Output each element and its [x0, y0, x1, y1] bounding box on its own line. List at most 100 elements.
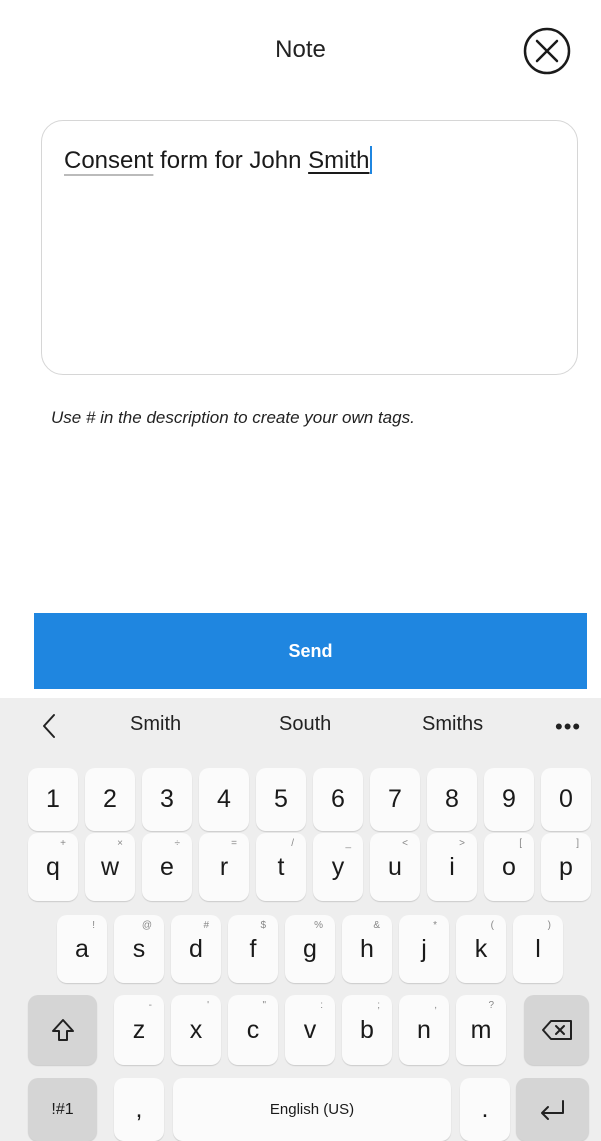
key-s[interactable]: s @ — [114, 915, 164, 983]
key-alt-char: ] — [576, 838, 579, 849]
keyboard: Smith South Smiths ••• 1234567890 q + w × e ÷… — [0, 698, 601, 1141]
key-e[interactable]: e ÷ — [142, 833, 192, 901]
key-o[interactable]: o[ — [484, 833, 534, 901]
key-alt-char: / — [291, 838, 294, 849]
key-char: p — [559, 852, 573, 881]
key-t[interactable]: t / — [256, 833, 306, 901]
key-r[interactable]: r = — [199, 833, 249, 901]
key-alt-char: ! — [92, 920, 95, 931]
page-title: Note — [275, 36, 326, 63]
key-p[interactable]: p] — [541, 833, 591, 901]
send-button[interactable]: Send — [34, 613, 587, 689]
key-alt-char: @ — [141, 920, 152, 931]
key-f[interactable]: f $ — [228, 915, 278, 983]
key-alt-char: = — [231, 838, 237, 849]
key-alt-char: # — [203, 920, 209, 931]
key-v[interactable]: v: — [285, 995, 335, 1065]
key-char: f — [249, 934, 257, 963]
key-z[interactable]: z- — [114, 995, 164, 1065]
key-9[interactable]: 9 — [484, 768, 534, 831]
space-key[interactable]: English (US) — [173, 1078, 451, 1141]
key-g[interactable]: g% — [285, 915, 335, 983]
key-alt-char: [ — [519, 838, 522, 849]
key-i[interactable]: i > — [427, 833, 477, 901]
shift-icon — [51, 1019, 74, 1041]
key-char: y — [331, 852, 345, 881]
key-char: k — [474, 934, 488, 963]
key-2[interactable]: 2 — [85, 768, 135, 831]
more-options-icon[interactable]: ••• — [555, 714, 581, 740]
key-4[interactable]: 4 — [199, 768, 249, 831]
key-char: u — [388, 852, 402, 881]
suggestion-1[interactable]: Smith — [130, 713, 181, 736]
key-char: o — [502, 852, 516, 881]
key-alt-char: " — [262, 1000, 266, 1011]
key-alt-char: ( — [490, 920, 494, 931]
key-char: h — [360, 934, 374, 963]
note-text-middle: form for John — [153, 147, 309, 174]
key-alt-char: & — [373, 920, 380, 931]
key-b[interactable]: b; — [342, 995, 392, 1065]
key-char: w — [100, 852, 120, 881]
key-d[interactable]: d # — [171, 915, 221, 983]
key-7[interactable]: 7 — [370, 768, 420, 831]
key-alt-char: > — [459, 838, 465, 849]
key-char: q — [46, 852, 60, 881]
key-5[interactable]: 5 — [256, 768, 306, 831]
key-char: i — [449, 852, 455, 881]
key-0[interactable]: 0 — [541, 768, 591, 831]
key-char: a — [75, 934, 89, 963]
suggestion-2[interactable]: South — [279, 713, 331, 736]
period-key[interactable]: . — [460, 1078, 510, 1141]
key-1[interactable]: 1 — [28, 768, 78, 831]
key-char: n — [417, 1015, 431, 1044]
key-alt-char: $ — [260, 920, 266, 931]
key-char: j — [421, 934, 427, 963]
key-u[interactable]: u < — [370, 833, 420, 901]
key-alt-char: + — [60, 838, 66, 849]
key-6[interactable]: 6 — [313, 768, 363, 831]
key-8[interactable]: 8 — [427, 768, 477, 831]
shift-key[interactable] — [28, 995, 97, 1065]
symbols-key[interactable]: !#1 — [28, 1078, 97, 1141]
key-q[interactable]: q + — [28, 833, 78, 901]
key-char: b — [360, 1015, 374, 1044]
key-alt-char: ; — [377, 1000, 380, 1011]
key-y[interactable]: y _ — [313, 833, 363, 901]
key-alt-char: ' — [207, 1000, 209, 1011]
key-3[interactable]: 3 — [142, 768, 192, 831]
enter-key[interactable] — [516, 1078, 589, 1141]
key-alt-char: _ — [345, 838, 351, 849]
key-w[interactable]: w × — [85, 833, 135, 901]
key-k[interactable]: k( — [456, 915, 506, 983]
note-textarea[interactable]: Consent form for John Smith — [41, 120, 578, 375]
key-alt-char: % — [314, 920, 323, 931]
backspace-key[interactable] — [524, 995, 589, 1065]
key-char: s — [132, 934, 146, 963]
key-char: r — [219, 852, 229, 881]
header: Note — [0, 0, 601, 100]
key-char: l — [535, 934, 541, 963]
key-j[interactable]: j * — [399, 915, 449, 983]
key-char: x — [189, 1015, 203, 1044]
comma-key[interactable]: , — [114, 1078, 164, 1141]
chevron-left-icon[interactable] — [40, 711, 60, 741]
key-n[interactable]: n, — [399, 995, 449, 1065]
suggestion-3[interactable]: Smiths — [422, 713, 483, 736]
key-alt-char: × — [117, 838, 123, 849]
key-m[interactable]: m? — [456, 995, 506, 1065]
key-h[interactable]: h & — [342, 915, 392, 983]
key-a[interactable]: a! — [57, 915, 107, 983]
key-alt-char: : — [320, 1000, 323, 1011]
key-x[interactable]: x ' — [171, 995, 221, 1065]
key-char: v — [303, 1015, 317, 1044]
suggestion-bar: Smith South Smiths ••• — [0, 698, 601, 756]
close-icon — [523, 27, 571, 75]
key-alt-char: ? — [488, 1000, 494, 1011]
key-l[interactable]: l) — [513, 915, 563, 983]
key-c[interactable]: c " — [228, 995, 278, 1065]
note-content: Consent form for John Smith — [64, 145, 555, 177]
note-word-consent: Consent — [64, 147, 154, 174]
key-char: e — [160, 852, 174, 881]
close-button[interactable] — [522, 26, 572, 76]
